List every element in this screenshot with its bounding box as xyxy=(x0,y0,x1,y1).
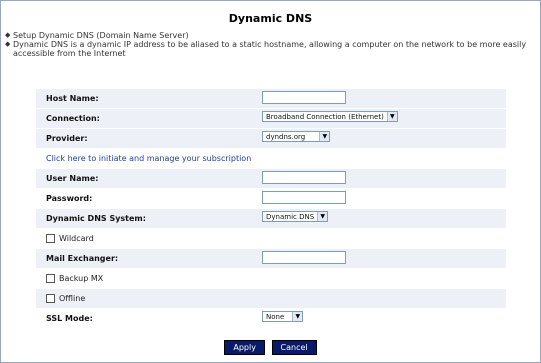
dynamic-dns-form: Host Name: Connection: Broadband Connect… xyxy=(36,89,506,329)
mail-exchanger-label: Mail Exchanger: xyxy=(46,254,119,263)
password-row: Password: xyxy=(36,189,506,209)
offline-label: Offline xyxy=(59,294,86,303)
user-name-input[interactable] xyxy=(262,171,346,184)
provider-row: Provider: dyndns.org ▼ xyxy=(36,129,506,149)
provider-select[interactable]: dyndns.org ▼ xyxy=(262,131,331,142)
provider-label: Provider: xyxy=(46,134,88,143)
dns-system-value: Dynamic DNS xyxy=(266,212,315,221)
form-buttons: Apply Cancel xyxy=(0,340,541,355)
intro-text: Setup Dynamic DNS (Domain Name Server) xyxy=(13,31,189,40)
offline-checkbox[interactable]: Offline xyxy=(36,294,85,303)
host-name-label: Host Name: xyxy=(46,94,99,103)
ssl-mode-select[interactable]: None ▼ xyxy=(262,311,304,322)
cancel-button[interactable]: Cancel xyxy=(271,340,317,355)
diamond-bullet-icon: ◆ xyxy=(5,31,11,39)
connection-label: Connection: xyxy=(46,114,100,123)
provider-value: dyndns.org xyxy=(266,132,306,141)
dns-system-select[interactable]: Dynamic DNS ▼ xyxy=(262,211,329,222)
ssl-mode-value: None xyxy=(266,312,285,321)
dns-system-row: Dynamic DNS System: Dynamic DNS ▼ xyxy=(36,209,506,229)
mail-exchanger-input[interactable] xyxy=(262,251,346,264)
intro-text: Dynamic DNS is a dynamic IP address to b… xyxy=(13,40,527,58)
checkbox-box[interactable] xyxy=(46,234,55,243)
host-name-input[interactable] xyxy=(262,91,346,104)
intro-section: ◆ Setup Dynamic DNS (Domain Name Server)… xyxy=(5,31,535,58)
chevron-down-icon[interactable]: ▼ xyxy=(317,212,328,221)
chevron-down-icon[interactable]: ▼ xyxy=(319,132,330,141)
password-label: Password: xyxy=(46,194,93,203)
user-name-label: User Name: xyxy=(46,174,99,183)
subscription-row: Click here to initiate and manage your s… xyxy=(36,149,506,169)
dns-system-label: Dynamic DNS System: xyxy=(46,214,146,223)
chevron-down-icon[interactable]: ▼ xyxy=(292,312,303,321)
connection-row: Connection: Broadband Connection (Ethern… xyxy=(36,109,506,129)
intro-line: ◆ Setup Dynamic DNS (Domain Name Server) xyxy=(5,31,535,40)
chevron-down-icon[interactable]: ▼ xyxy=(386,112,397,121)
wildcard-row: Wildcard xyxy=(36,229,506,249)
backup-mx-row: Backup MX xyxy=(36,269,506,289)
host-name-row: Host Name: xyxy=(36,89,506,109)
mail-exchanger-row: Mail Exchanger: xyxy=(36,249,506,269)
connection-value: Broadband Connection (Ethernet) xyxy=(266,112,384,121)
apply-button[interactable]: Apply xyxy=(224,340,265,355)
checkbox-box[interactable] xyxy=(46,274,55,283)
checkbox-box[interactable] xyxy=(46,294,55,303)
offline-row: Offline xyxy=(36,289,506,309)
backup-mx-checkbox[interactable]: Backup MX xyxy=(36,274,103,283)
password-input[interactable] xyxy=(262,191,346,204)
ssl-mode-label: SSL Mode: xyxy=(46,314,93,323)
backup-mx-label: Backup MX xyxy=(59,274,104,283)
connection-select[interactable]: Broadband Connection (Ethernet) ▼ xyxy=(262,111,398,122)
user-name-row: User Name: xyxy=(36,169,506,189)
diamond-bullet-icon: ◆ xyxy=(5,40,11,48)
page-title: Dynamic DNS xyxy=(228,12,313,25)
subscription-link[interactable]: Click here to initiate and manage your s… xyxy=(36,154,251,163)
ssl-mode-row: SSL Mode: None ▼ xyxy=(36,309,506,329)
wildcard-label: Wildcard xyxy=(59,234,94,243)
intro-line: ◆ Dynamic DNS is a dynamic IP address to… xyxy=(5,40,535,58)
wildcard-checkbox[interactable]: Wildcard xyxy=(36,234,94,243)
